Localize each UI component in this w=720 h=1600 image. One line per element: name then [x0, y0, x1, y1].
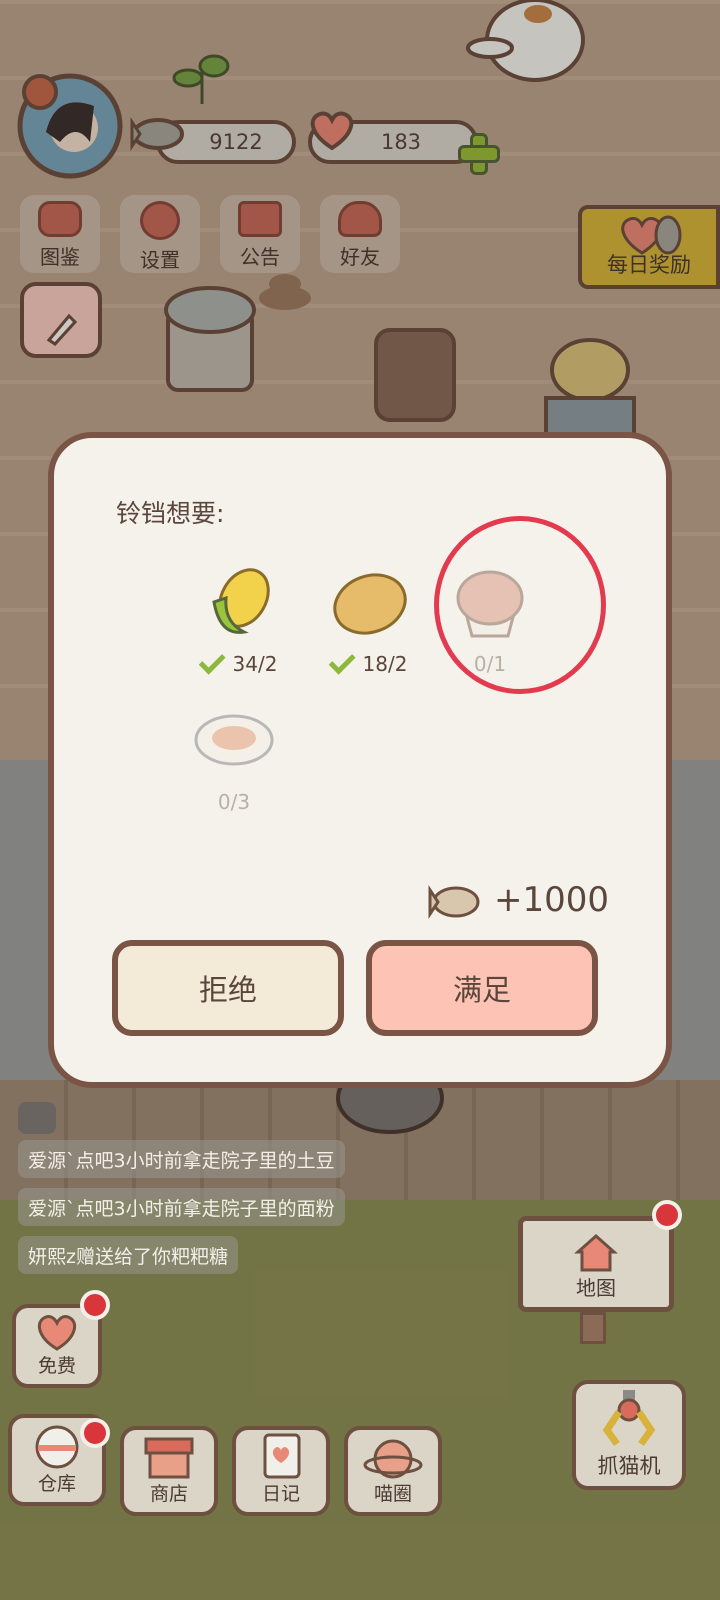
potato-count: 18/2 — [310, 647, 430, 676]
rice-cooker-icon — [35, 1425, 79, 1469]
dialog-title: 铃铛想要: — [116, 499, 225, 528]
chat-message: 爱源`点吧3小时前拿走院子里的土豆 — [18, 1140, 345, 1178]
corn-count: 34/2 — [180, 647, 300, 676]
house-icon — [574, 1233, 618, 1272]
fish-icon — [428, 885, 480, 919]
request-item-noodles: 0/3 — [174, 700, 294, 814]
potato-count-value: 18/2 — [362, 652, 408, 676]
free-notification-badge — [80, 1290, 110, 1320]
cat-planet-icon — [363, 1439, 423, 1479]
request-item-corn: 34/2 — [180, 562, 300, 676]
reward: +1000 — [426, 878, 609, 922]
corn-count-value: 34/2 — [232, 652, 278, 676]
diary-book-icon — [263, 1433, 301, 1479]
noodles-count-value: 0/3 — [217, 790, 251, 814]
claw-icon — [602, 1390, 656, 1447]
reject-button[interactable]: 拒绝 — [112, 940, 344, 1036]
diary-label: 日记 — [261, 1483, 300, 1505]
meow-circle-label: 喵圈 — [373, 1483, 412, 1505]
claw-machine-label: 抓猫机 — [597, 1454, 661, 1478]
red-annotation-circle — [434, 516, 606, 694]
chat-message: 爱源`点吧3小时前拿走院子里的面粉 — [18, 1188, 345, 1226]
shop-button[interactable]: 商店 — [120, 1426, 218, 1516]
noodles-count: 0/3 — [174, 790, 294, 814]
map-button[interactable]: 地图 — [518, 1216, 674, 1312]
free-label: 免费 — [37, 1355, 76, 1377]
claw-machine-button[interactable]: 抓猫机 — [572, 1380, 686, 1490]
request-dialog: 铃铛想要: 34/2 18/2 0/1 0/3 +1000 拒绝 满足 — [48, 432, 672, 1088]
shop-label: 商店 — [149, 1483, 188, 1505]
signpost-pole — [580, 1312, 606, 1344]
check-icon — [328, 647, 356, 675]
chat-toggle-button[interactable] — [18, 1102, 56, 1134]
request-item-potato: 18/2 — [310, 562, 430, 676]
potato-icon — [333, 573, 407, 635]
shop-stall-icon — [144, 1437, 194, 1479]
heart-icon — [37, 1315, 77, 1351]
map-notification-badge — [652, 1200, 682, 1230]
accept-button[interactable]: 满足 — [366, 940, 598, 1036]
chat-message: 妍熙z赠送给了你粑粑糖 — [18, 1236, 238, 1274]
diary-button[interactable]: 日记 — [232, 1426, 330, 1516]
warehouse-label: 仓库 — [37, 1473, 76, 1495]
noodle-plate-icon — [194, 714, 274, 766]
reward-value: +1000 — [494, 880, 610, 920]
meow-circle-button[interactable]: 喵圈 — [344, 1426, 442, 1516]
corn-icon — [212, 568, 270, 634]
check-icon — [198, 647, 226, 675]
warehouse-notification-badge — [80, 1418, 110, 1448]
map-label: 地图 — [576, 1276, 616, 1300]
